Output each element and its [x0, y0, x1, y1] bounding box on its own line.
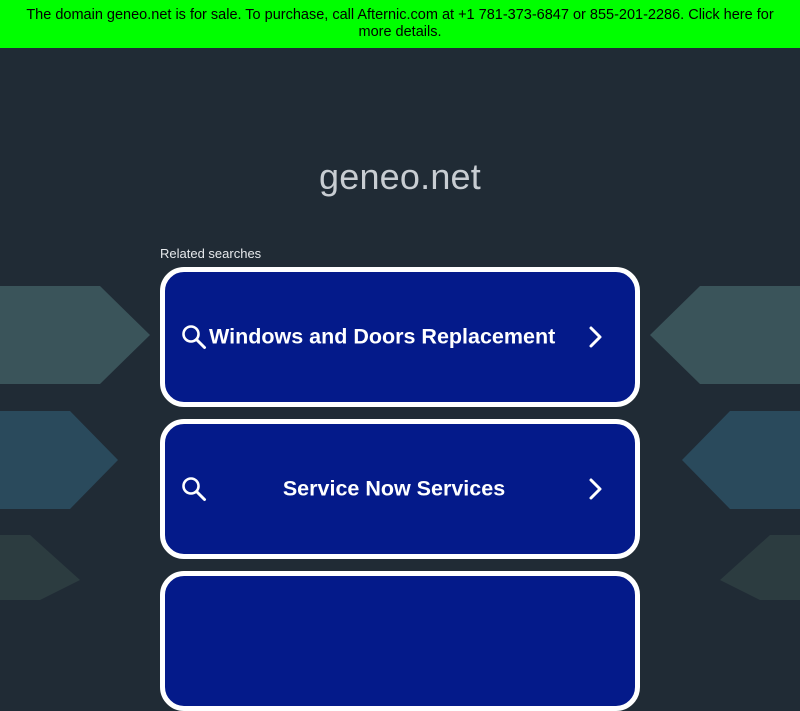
search-icon — [182, 477, 206, 501]
domain-title: geneo.net — [319, 156, 481, 197]
chevron-right-icon — [589, 326, 602, 348]
chevron-right-icon — [589, 478, 602, 500]
left-arrow-shape-1 — [0, 286, 150, 384]
right-arrow-shape-1 — [650, 286, 800, 384]
related-search-label-1: Windows and Doors Replacement — [209, 324, 556, 349]
for-sale-banner-text[interactable]: The domain geneo.net is for sale. To pur… — [26, 7, 773, 40]
search-icon — [182, 325, 206, 349]
left-arrow-shape-3 — [0, 535, 80, 600]
related-search-button-3[interactable] — [160, 571, 640, 711]
related-search-button-1[interactable]: Windows and Doors Replacement — [160, 267, 640, 407]
left-arrow-shape-2 — [0, 411, 118, 509]
related-searches-label: Related searches — [160, 246, 262, 261]
for-sale-banner[interactable]: The domain geneo.net is for sale. To pur… — [0, 0, 800, 48]
related-search-button-2[interactable]: Service Now Services — [160, 419, 640, 559]
right-arrow-shape-2 — [682, 411, 800, 509]
related-search-label-2: Service Now Services — [282, 476, 506, 501]
right-arrow-shape-3 — [720, 535, 800, 600]
